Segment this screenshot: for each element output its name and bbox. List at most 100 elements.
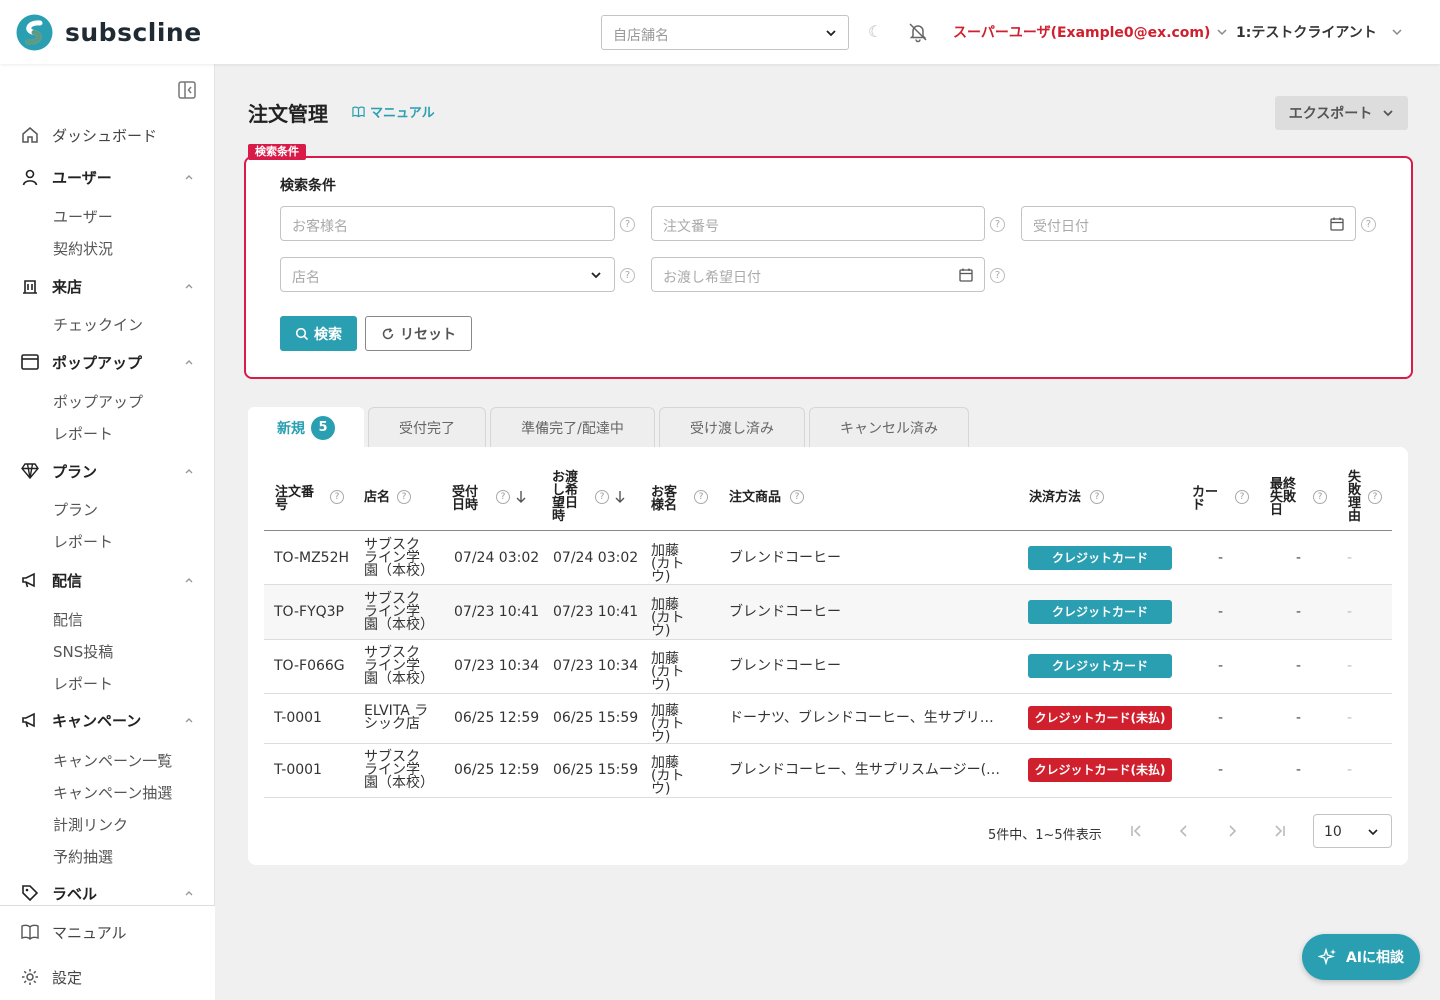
sidebar-group-visits[interactable]: 来店 (20, 274, 195, 298)
user-menu[interactable]: スーパーユーザ(Example0@ex.com) (953, 22, 1228, 42)
sidebar-item-popup-report[interactable]: レポート (53, 423, 113, 444)
client-menu[interactable]: 1:テストクライアント (1236, 22, 1403, 42)
column-header-store[interactable]: 店名 (364, 491, 390, 504)
first-page-icon[interactable] (1128, 823, 1144, 839)
prev-page-icon[interactable] (1176, 823, 1192, 839)
tab-label: 準備完了/配達中 (521, 420, 624, 437)
sidebar-collapse-icon[interactable] (177, 80, 197, 100)
help-icon[interactable]: ? (990, 217, 1005, 232)
sidebar-group-label: キャンペーン (52, 711, 142, 730)
sidebar-group-popup[interactable]: ポップアップ (20, 350, 195, 374)
help-icon[interactable]: ? (1090, 490, 1104, 504)
sidebar-group-label-tags[interactable]: ラベル (20, 881, 195, 905)
store-name-select[interactable]: 店名 (280, 257, 615, 292)
help-icon[interactable]: ? (620, 268, 635, 283)
column-header-payment[interactable]: 決済方法 (1029, 491, 1081, 504)
sidebar-group-users[interactable]: ユーザー (20, 165, 195, 189)
last-page-icon[interactable] (1272, 823, 1288, 839)
tab-new[interactable]: 新規 5 (248, 407, 364, 448)
sidebar-group-plan[interactable]: プラン (20, 459, 195, 483)
sidebar-item-label: ダッシュボード (52, 126, 158, 145)
moon-icon[interactable]: ☾ (868, 22, 882, 41)
sidebar-item-contracts[interactable]: 契約状況 (53, 238, 113, 259)
help-icon[interactable]: ? (790, 490, 804, 504)
column-header-failure-reason[interactable]: 失敗理由 (1348, 471, 1364, 523)
app-logo[interactable]: subscline (16, 14, 202, 51)
next-page-icon[interactable] (1224, 823, 1240, 839)
sidebar-item-plan[interactable]: プラン (53, 499, 98, 520)
tab-accepted[interactable]: 受付完了 (368, 407, 486, 447)
chevron-up-icon (185, 284, 193, 289)
manual-link[interactable]: マニュアル (352, 102, 435, 121)
column-header-order-no[interactable]: 注文番号 (275, 486, 319, 512)
reset-button[interactable]: リセット (365, 316, 472, 351)
help-icon[interactable]: ? (330, 490, 344, 504)
sidebar-group-delivery[interactable]: 配信 (20, 568, 195, 592)
sort-down-icon[interactable] (515, 490, 527, 504)
ai-consult-button[interactable]: AIに相談 (1302, 934, 1420, 980)
sidebar-item-popup[interactable]: ポップアップ (53, 391, 143, 412)
cell-order-no[interactable]: T-0001 (274, 711, 322, 725)
column-header-last-failed[interactable]: 最終失敗日 (1270, 478, 1300, 517)
sidebar-item-checkin[interactable]: チェックイン (53, 314, 143, 335)
help-icon[interactable]: ? (620, 217, 635, 232)
export-button[interactable]: エクスポート (1275, 96, 1408, 130)
diamond-icon (21, 463, 39, 480)
sidebar-item-delivery[interactable]: 配信 (53, 609, 83, 630)
cell-store: サブスクライン学園（本校） (364, 591, 434, 633)
received-date-input[interactable]: 受付日付 (1021, 206, 1356, 241)
column-header-items[interactable]: 注文商品 (729, 491, 781, 504)
help-icon[interactable]: ? (694, 490, 708, 504)
reset-button-label: リセット (400, 326, 456, 343)
payment-badge: クレジットカード (1028, 654, 1172, 678)
sidebar-item-sns-post[interactable]: SNS投稿 (53, 641, 113, 662)
cell-last-failed: - (1296, 550, 1302, 566)
help-icon[interactable]: ? (397, 490, 411, 504)
help-icon[interactable]: ? (1313, 490, 1327, 504)
help-icon[interactable]: ? (496, 490, 510, 504)
megaphone-icon (22, 712, 35, 728)
column-header-handover[interactable]: お渡し希望日時 (552, 471, 582, 523)
sidebar-item-campaign-lottery[interactable]: キャンペーン抽選 (53, 782, 172, 803)
calendar-icon[interactable] (958, 267, 974, 283)
column-header-card[interactable]: カード (1192, 486, 1222, 512)
store-select[interactable]: 自店舗名 (601, 15, 849, 50)
sort-down-icon[interactable] (614, 490, 626, 504)
sidebar-item-settings[interactable]: 設定 (20, 965, 195, 989)
rows-per-page-select[interactable]: 10 (1313, 814, 1392, 848)
help-icon[interactable]: ? (595, 490, 609, 504)
help-icon[interactable]: ? (1235, 490, 1249, 504)
help-icon[interactable]: ? (1361, 217, 1376, 232)
column-header-customer[interactable]: お客様名 (651, 486, 681, 512)
cell-failure-reason: - (1347, 710, 1353, 726)
order-number-input[interactable]: 注文番号 (651, 206, 985, 241)
payment-badge-unpaid: クレジットカード(未払) (1028, 706, 1172, 730)
tab-handed-over[interactable]: 受け渡し済み (659, 407, 805, 447)
sidebar-item-reservation-lottery[interactable]: 予約抽選 (53, 846, 113, 867)
tab-cancelled[interactable]: キャンセル済み (809, 407, 969, 447)
chevron-down-icon (1392, 29, 1402, 36)
sidebar-item-campaign-list[interactable]: キャンペーン一覧 (53, 750, 172, 771)
customer-name-input[interactable]: お客様名 (280, 206, 615, 241)
sidebar-group-campaign[interactable]: キャンペーン (20, 708, 195, 732)
megaphone-icon (22, 572, 35, 588)
tab-ready-delivering[interactable]: 準備完了/配達中 (490, 407, 655, 447)
sidebar-item-delivery-report[interactable]: レポート (53, 673, 113, 694)
cell-order-no[interactable]: TO-FYQ3P (274, 605, 344, 619)
row-divider (264, 693, 1392, 694)
sidebar-item-plan-report[interactable]: レポート (53, 531, 113, 552)
sidebar-item-tracking-link[interactable]: 計測リンク (53, 814, 128, 835)
column-header-received[interactable]: 受付日時 (452, 486, 482, 512)
help-icon[interactable]: ? (990, 268, 1005, 283)
search-button[interactable]: 検索 (280, 316, 357, 351)
cell-order-no[interactable]: TO-F066G (274, 659, 345, 673)
help-icon[interactable]: ? (1368, 490, 1382, 504)
bell-off-icon[interactable] (907, 21, 929, 43)
sidebar-item-users[interactable]: ユーザー (53, 206, 113, 227)
cell-order-no[interactable]: T-0001 (274, 763, 322, 777)
calendar-icon[interactable] (1329, 216, 1345, 232)
sidebar-item-manual[interactable]: マニュアル (20, 920, 195, 944)
handover-date-input[interactable]: お渡し希望日付 (651, 257, 985, 292)
cell-order-no[interactable]: TO-MZ52H (274, 551, 349, 565)
sidebar-item-dashboard[interactable]: ダッシュボード (20, 123, 195, 147)
